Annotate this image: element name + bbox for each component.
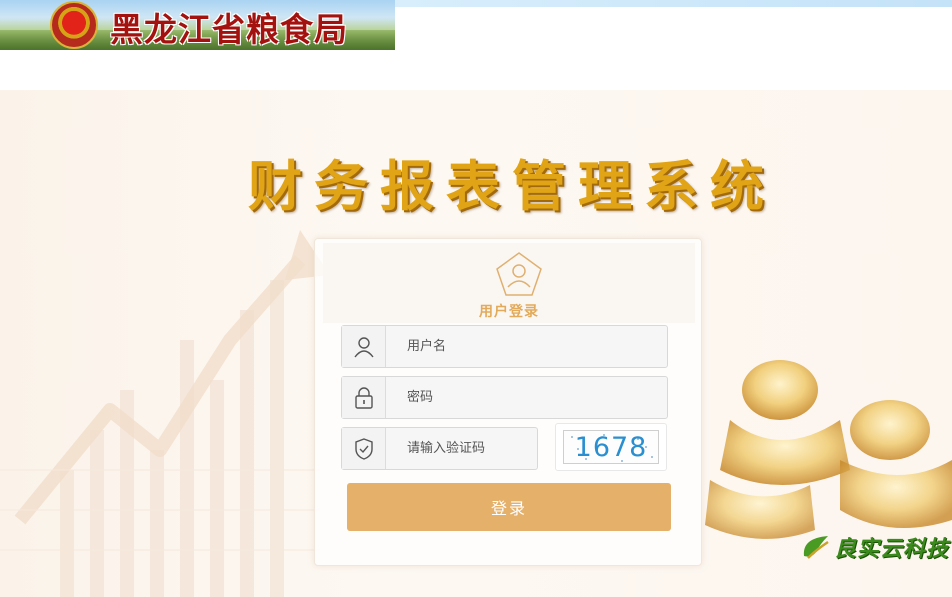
- brand-name: 良实云科技: [834, 537, 950, 562]
- login-title: 用户登录: [479, 304, 539, 320]
- page-header: 黑龙江省粮食局: [0, 0, 952, 90]
- lock-icon: [342, 377, 386, 418]
- brand-leaf-icon: [803, 536, 829, 559]
- login-button[interactable]: 登录: [347, 483, 671, 531]
- brand-logo: 良实云科技: [800, 530, 949, 564]
- captcha-image[interactable]: 1678: [555, 423, 667, 471]
- login-card: 用户登录 1678: [314, 238, 702, 566]
- user-avatar-icon: [496, 252, 542, 296]
- captcha-field[interactable]: [341, 427, 538, 470]
- password-field[interactable]: [341, 376, 668, 419]
- system-title: 财务报表管理系统: [248, 155, 776, 218]
- username-field[interactable]: [341, 325, 668, 368]
- captcha-input[interactable]: [386, 428, 536, 469]
- org-banner: 黑龙江省粮食局: [0, 0, 395, 50]
- password-input[interactable]: [386, 377, 666, 418]
- captcha-code: 1678: [574, 431, 648, 463]
- org-name: 黑龙江省粮食局: [110, 10, 348, 49]
- user-icon: [342, 326, 386, 367]
- username-input[interactable]: [386, 326, 666, 367]
- header-strip: [395, 0, 952, 7]
- national-emblem-icon: [50, 1, 98, 49]
- shield-icon: [342, 428, 386, 469]
- captcha-code-box: 1678: [563, 430, 659, 464]
- main-area: 财务报表管理系统 用户登录 用户名 请输入验证码 1678 登录 良实云科技: [0, 90, 952, 597]
